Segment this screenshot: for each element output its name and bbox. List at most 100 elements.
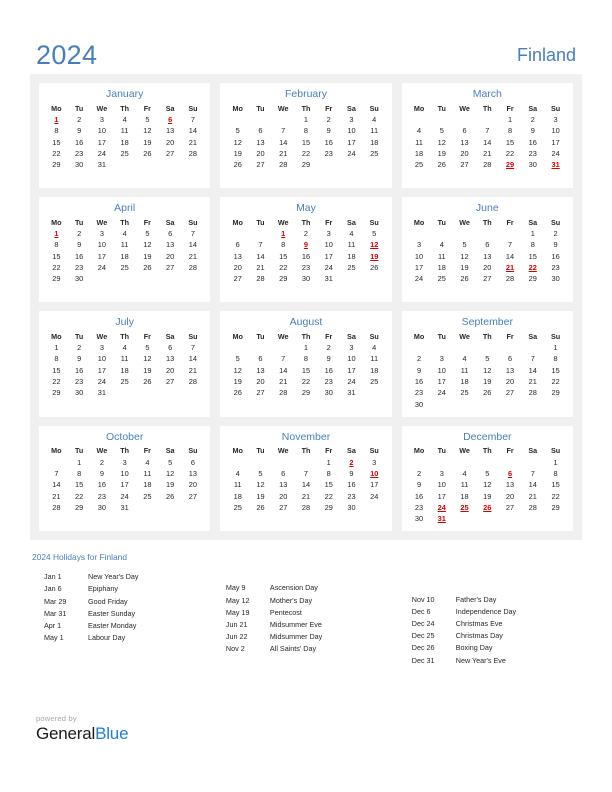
day-cell[interactable]: 25 [453,388,476,399]
day-cell[interactable]: 2 [68,343,91,354]
day-cell[interactable]: 22 [45,149,68,160]
day-cell[interactable]: 25 [136,491,159,502]
day-cell[interactable]: 17 [408,263,431,274]
day-cell-holiday[interactable]: 6 [159,115,182,126]
day-cell-holiday[interactable]: 10 [363,468,386,479]
day-cell[interactable]: 18 [453,491,476,502]
day-cell[interactable]: 9 [68,354,91,365]
day-cell[interactable]: 12 [453,251,476,262]
day-cell[interactable]: 24 [91,149,114,160]
day-cell[interactable]: 10 [408,251,431,262]
day-cell[interactable]: 19 [476,491,499,502]
day-cell[interactable]: 5 [226,126,249,137]
day-cell[interactable]: 21 [521,491,544,502]
day-cell[interactable]: 24 [91,263,114,274]
day-cell[interactable]: 26 [453,274,476,285]
day-cell[interactable]: 28 [45,502,68,513]
day-cell[interactable]: 11 [408,137,431,148]
day-cell[interactable]: 19 [226,149,249,160]
day-cell[interactable]: 13 [499,480,522,491]
day-cell[interactable]: 21 [521,377,544,388]
day-cell[interactable]: 21 [182,365,205,376]
day-cell[interactable]: 4 [113,343,136,354]
day-cell[interactable]: 14 [182,354,205,365]
day-cell[interactable]: 30 [408,399,431,410]
day-cell[interactable]: 4 [113,229,136,240]
day-cell[interactable]: 28 [182,149,205,160]
day-cell[interactable]: 30 [91,502,114,513]
day-cell[interactable]: 12 [159,468,182,479]
day-cell[interactable]: 7 [272,126,295,137]
day-cell[interactable]: 19 [226,377,249,388]
day-cell[interactable]: 28 [182,263,205,274]
day-cell[interactable]: 18 [226,491,249,502]
day-cell[interactable]: 22 [272,263,295,274]
day-cell[interactable]: 18 [453,377,476,388]
day-cell[interactable]: 16 [295,251,318,262]
day-cell[interactable]: 7 [182,229,205,240]
day-cell[interactable]: 29 [317,502,340,513]
day-cell[interactable]: 22 [68,491,91,502]
day-cell[interactable]: 8 [45,240,68,251]
day-cell[interactable]: 22 [544,377,567,388]
day-cell-holiday[interactable]: 6 [499,468,522,479]
day-cell[interactable]: 17 [340,365,363,376]
day-cell[interactable]: 30 [340,502,363,513]
day-cell[interactable]: 1 [499,115,522,126]
day-cell[interactable]: 14 [249,251,272,262]
day-cell[interactable]: 3 [91,115,114,126]
day-cell[interactable]: 23 [68,149,91,160]
day-cell[interactable]: 15 [544,365,567,376]
day-cell[interactable]: 8 [68,468,91,479]
day-cell[interactable]: 14 [499,251,522,262]
day-cell[interactable]: 10 [340,354,363,365]
day-cell[interactable]: 19 [476,377,499,388]
day-cell[interactable]: 18 [363,137,386,148]
day-cell[interactable]: 26 [136,377,159,388]
day-cell[interactable]: 20 [272,491,295,502]
day-cell[interactable]: 2 [68,229,91,240]
day-cell[interactable]: 26 [159,491,182,502]
day-cell[interactable]: 25 [363,149,386,160]
day-cell[interactable]: 17 [544,137,567,148]
generalblue-logo[interactable]: GeneralBlue [36,724,129,744]
day-cell[interactable]: 5 [249,468,272,479]
day-cell[interactable]: 26 [249,502,272,513]
day-cell[interactable]: 1 [521,229,544,240]
day-cell[interactable]: 29 [68,502,91,513]
day-cell[interactable]: 21 [272,377,295,388]
day-cell[interactable]: 4 [363,343,386,354]
day-cell[interactable]: 11 [113,126,136,137]
day-cell[interactable]: 3 [91,229,114,240]
day-cell[interactable]: 9 [408,480,431,491]
day-cell[interactable]: 12 [136,240,159,251]
day-cell[interactable]: 2 [295,229,318,240]
day-cell-holiday[interactable]: 22 [521,263,544,274]
day-cell[interactable]: 18 [340,251,363,262]
day-cell[interactable]: 3 [113,457,136,468]
day-cell[interactable]: 20 [159,137,182,148]
day-cell[interactable]: 1 [295,115,318,126]
day-cell[interactable]: 11 [430,251,453,262]
day-cell[interactable]: 16 [317,365,340,376]
day-cell[interactable]: 25 [340,263,363,274]
day-cell[interactable]: 4 [453,468,476,479]
day-cell-holiday[interactable]: 2 [340,457,363,468]
day-cell-holiday[interactable]: 1 [45,115,68,126]
day-cell[interactable]: 10 [430,365,453,376]
day-cell[interactable]: 5 [159,457,182,468]
day-cell[interactable]: 21 [182,251,205,262]
day-cell[interactable]: 25 [430,274,453,285]
day-cell[interactable]: 24 [340,377,363,388]
day-cell[interactable]: 28 [249,274,272,285]
day-cell[interactable]: 22 [544,491,567,502]
day-cell[interactable]: 30 [317,388,340,399]
day-cell[interactable]: 14 [521,480,544,491]
day-cell[interactable]: 17 [91,137,114,148]
day-cell[interactable]: 31 [91,160,114,171]
day-cell[interactable]: 8 [499,126,522,137]
day-cell[interactable]: 20 [226,263,249,274]
day-cell[interactable]: 27 [272,502,295,513]
day-cell[interactable]: 20 [159,365,182,376]
day-cell[interactable]: 2 [408,354,431,365]
